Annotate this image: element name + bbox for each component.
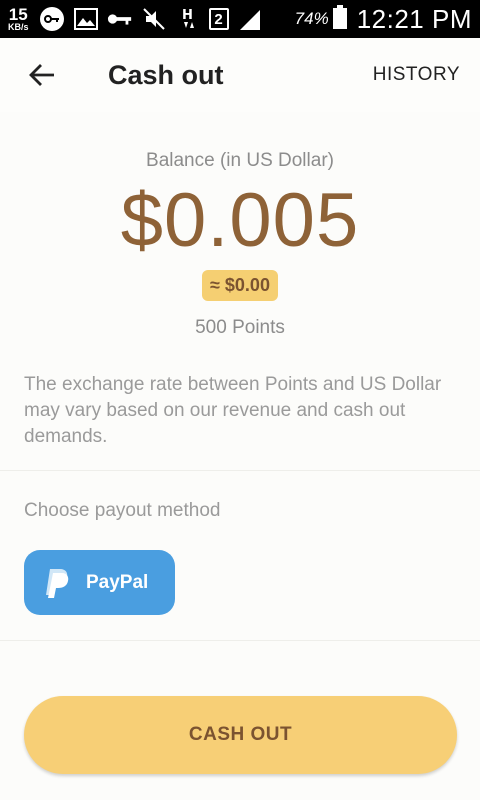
exchange-rate-note: The exchange rate between Points and US … [24,374,442,447]
status-bar: 15 KB/s H 2 74% 12:21 PM [0,0,480,38]
points-balance: 500 Points [195,317,285,338]
paypal-label: PayPal [86,571,149,593]
paypal-icon [46,568,69,598]
image-icon [73,6,99,32]
mute-icon [141,6,167,32]
payout-method-label: Choose payout method [24,500,221,521]
vpn-key-icon [39,6,65,32]
app-bar: Cash out HISTORY [0,38,480,112]
balance-label: Balance (in US Dollar) [146,150,334,171]
page-title: Cash out [108,59,224,90]
back-button[interactable] [22,55,62,95]
battery-icon [332,4,347,34]
balance-amount: $0.005 [120,178,360,263]
status-right: 74% 12:21 PM [289,4,472,35]
key-icon [107,6,133,32]
battery-percent: 74% [294,9,329,28]
divider [0,470,480,471]
svg-text:H: H [182,8,193,23]
network-speed-unit: KB/s [8,22,29,32]
sim-slot-badge: 2 [208,8,229,30]
cash-out-screen: 15 KB/s H 2 74% 12:21 PM Cash out HISTOR… [0,0,480,800]
network-speed: 15 KB/s [8,6,29,32]
history-button[interactable]: HISTORY [373,64,460,86]
clock: 12:21 PM [356,3,472,34]
divider [0,640,480,641]
signal-icon [237,6,263,32]
cash-out-button[interactable]: CASH OUT [24,696,457,774]
arrow-back-icon [29,64,54,86]
network-speed-value: 15 [8,5,28,24]
approx-value-badge: ≈ $0.00 [202,270,278,301]
data-hplus-icon: H [175,6,201,32]
cash-out-label: CASH OUT [188,724,293,745]
balance-section: Balance (in US Dollar) $0.005 ≈ $0.00 50… [0,112,480,339]
paypal-payout-button[interactable]: PayPal [24,550,175,615]
